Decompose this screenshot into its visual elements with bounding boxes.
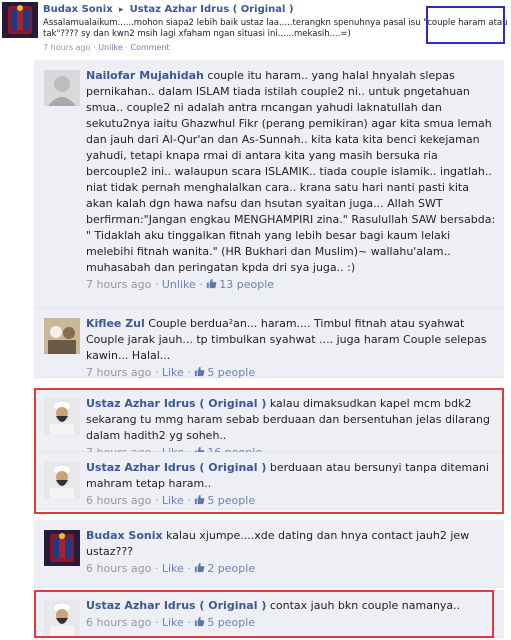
comment-meta: 6 hours ago · Like · 2 people [86,562,256,575]
comment-author[interactable]: Budax Sonix [86,529,163,542]
post-author[interactable]: Budax Sonix [43,4,113,15]
comment-text: Couple berdua²an... haram.... Timbul fit… [86,317,487,362]
unlike-link[interactable]: Unlike [162,278,196,291]
arrow-right-icon: ▸ [118,5,124,15]
likes-count[interactable]: 5 people [207,366,255,379]
separator: · [93,43,96,52]
comment-time[interactable]: 6 hours ago [86,562,151,575]
kiflee-avatar[interactable] [44,318,80,354]
comment-time[interactable]: 7 hours ago [86,278,151,291]
comment-text: couple itu haram.. yang halal hnyalah sl… [86,69,496,274]
comment-meta: 7 hours ago · Like · 5 people [86,366,256,379]
comment-author[interactable]: Nailofar Mujahidah [86,69,204,82]
post-time[interactable]: 7 hours ago [43,43,91,52]
nailofar-avatar[interactable] [44,70,80,106]
comment-item: Kiflee Zul Couple berdua²an... haram....… [34,308,504,380]
comment-item: Budax Sonix kalau xjumpe....xde dating d… [34,520,504,588]
red-highlight-box [34,590,494,638]
comment-author[interactable]: Kiflee Zul [86,317,145,330]
thumbs-up-icon [195,366,205,377]
post-target[interactable]: Ustaz Azhar Idrus ( Original ) [130,4,294,15]
comment-link[interactable]: Comment [130,43,169,52]
comment-meta: 7 hours ago · Unlike · 13 people [86,278,275,291]
blue-highlight-box [426,6,505,44]
post: Budax Sonix ▸ Ustaz Azhar Idrus ( Origin… [0,0,511,54]
red-highlight-box [34,388,504,514]
unlike-link[interactable]: Unlike [98,43,123,52]
comment-time[interactable]: 7 hours ago [86,366,151,379]
likes-count[interactable]: 13 people [219,278,274,291]
budax-sonix-avatar[interactable] [2,2,38,38]
budax-sonix-avatar[interactable] [44,530,80,566]
thumbs-up-icon [195,562,205,573]
comment-item: Nailofar Mujahidah couple itu haram.. ya… [34,60,504,308]
likes-count[interactable]: 2 people [207,562,255,575]
comment-body: Budax Sonix kalau xjumpe....xde dating d… [86,528,496,576]
separator: · [125,43,128,52]
like-link[interactable]: Like [162,366,184,379]
thumbs-up-icon [207,278,217,289]
like-link[interactable]: Like [162,562,184,575]
comment-body: Kiflee Zul Couple berdua²an... haram....… [86,316,496,380]
comment-body: Nailofar Mujahidah couple itu haram.. ya… [86,68,496,292]
